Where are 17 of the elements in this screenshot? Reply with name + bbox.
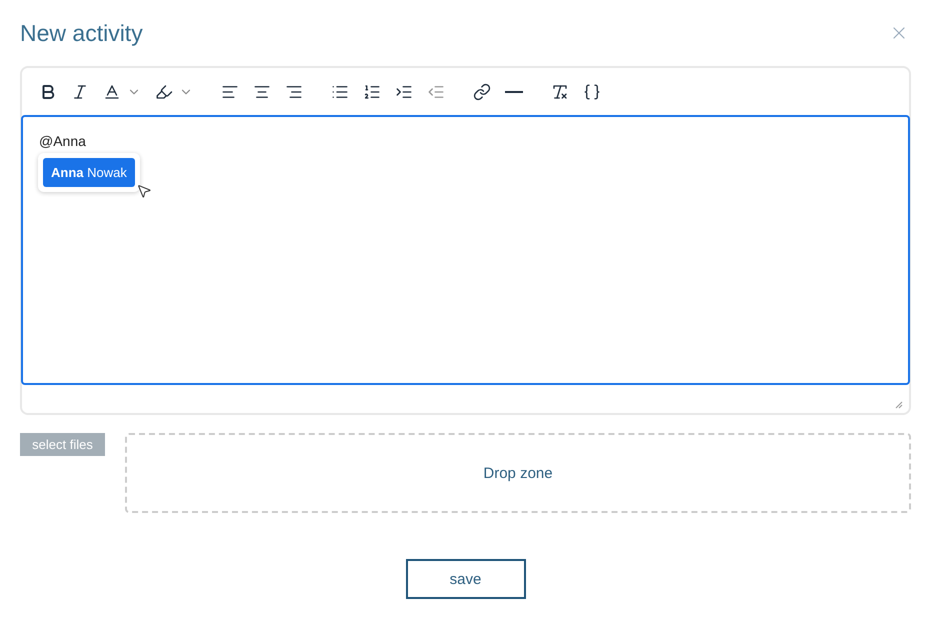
rule-icon	[505, 90, 523, 92]
link-icon	[473, 82, 491, 100]
drop-zone[interactable]: Drop zone	[125, 433, 911, 513]
text-color-icon	[103, 82, 121, 100]
drop-zone-label: Drop zone	[483, 464, 553, 482]
dialog-title: New activity	[20, 20, 143, 46]
source-icon	[583, 82, 601, 100]
editor-content[interactable]: @Anna Anna Nowak	[21, 115, 910, 385]
cursor-icon	[136, 183, 152, 199]
save-button[interactable]: save	[406, 559, 526, 599]
highlight-icon	[155, 82, 173, 100]
mention-suggestion[interactable]: Anna Nowak	[43, 158, 135, 187]
mention-text: @Anna	[39, 133, 87, 149]
resize-handle-icon[interactable]	[895, 401, 903, 409]
clear-format-icon	[551, 82, 569, 100]
italic-icon	[71, 82, 89, 100]
numbered-list-icon	[363, 82, 381, 100]
